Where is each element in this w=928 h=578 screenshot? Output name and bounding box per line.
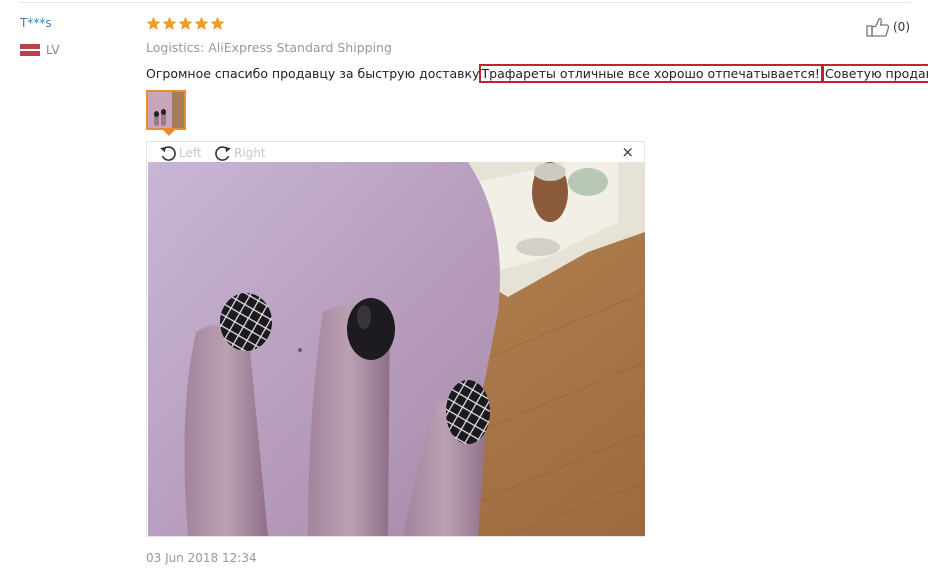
review-text: Огромное спасибо продавцу за быструю дос… bbox=[146, 64, 928, 83]
star-icon bbox=[178, 16, 193, 30]
reviewer-country: LV bbox=[20, 43, 60, 57]
rotate-left-button[interactable]: Left bbox=[158, 143, 202, 162]
rotate-left-label: Left bbox=[179, 145, 202, 160]
country-code: LV bbox=[46, 43, 60, 57]
separator-line bbox=[20, 2, 910, 3]
reviewer-name[interactable]: T***s bbox=[20, 16, 52, 30]
helpful-button[interactable]: (0) bbox=[866, 17, 910, 37]
rotate-left-icon bbox=[160, 146, 176, 161]
photo-viewer: Left Right × bbox=[146, 141, 645, 537]
thumbs-up-icon bbox=[866, 18, 890, 37]
thumbnail-pointer bbox=[163, 130, 175, 136]
star-icon bbox=[210, 16, 225, 30]
star-icon bbox=[162, 16, 177, 30]
review-date: 03 Jun 2018 12:34 bbox=[146, 551, 257, 565]
star-icon bbox=[146, 16, 161, 30]
star-icon bbox=[194, 16, 209, 30]
close-icon[interactable]: × bbox=[621, 144, 634, 160]
review-photo bbox=[148, 162, 645, 536]
review-text-part-2: Трафареты отличные все хорошо отпечатыва… bbox=[478, 64, 823, 83]
review-text-part-3: Советую продавца! bbox=[821, 64, 928, 83]
helpful-count: (0) bbox=[893, 20, 910, 34]
flag-icon bbox=[20, 44, 40, 56]
photo-thumbnail[interactable] bbox=[146, 90, 186, 130]
photo-viewer-toolbar: Left Right × bbox=[147, 142, 644, 162]
rotate-right-button[interactable]: Right bbox=[213, 143, 266, 162]
logistics-info: Logistics: AliExpress Standard Shipping bbox=[146, 40, 392, 55]
star-rating bbox=[146, 16, 225, 31]
rotate-right-label: Right bbox=[234, 145, 266, 160]
review-text-part-1: Огромное спасибо продавцу за быструю дос… bbox=[146, 66, 480, 81]
rotate-right-icon bbox=[215, 146, 231, 161]
